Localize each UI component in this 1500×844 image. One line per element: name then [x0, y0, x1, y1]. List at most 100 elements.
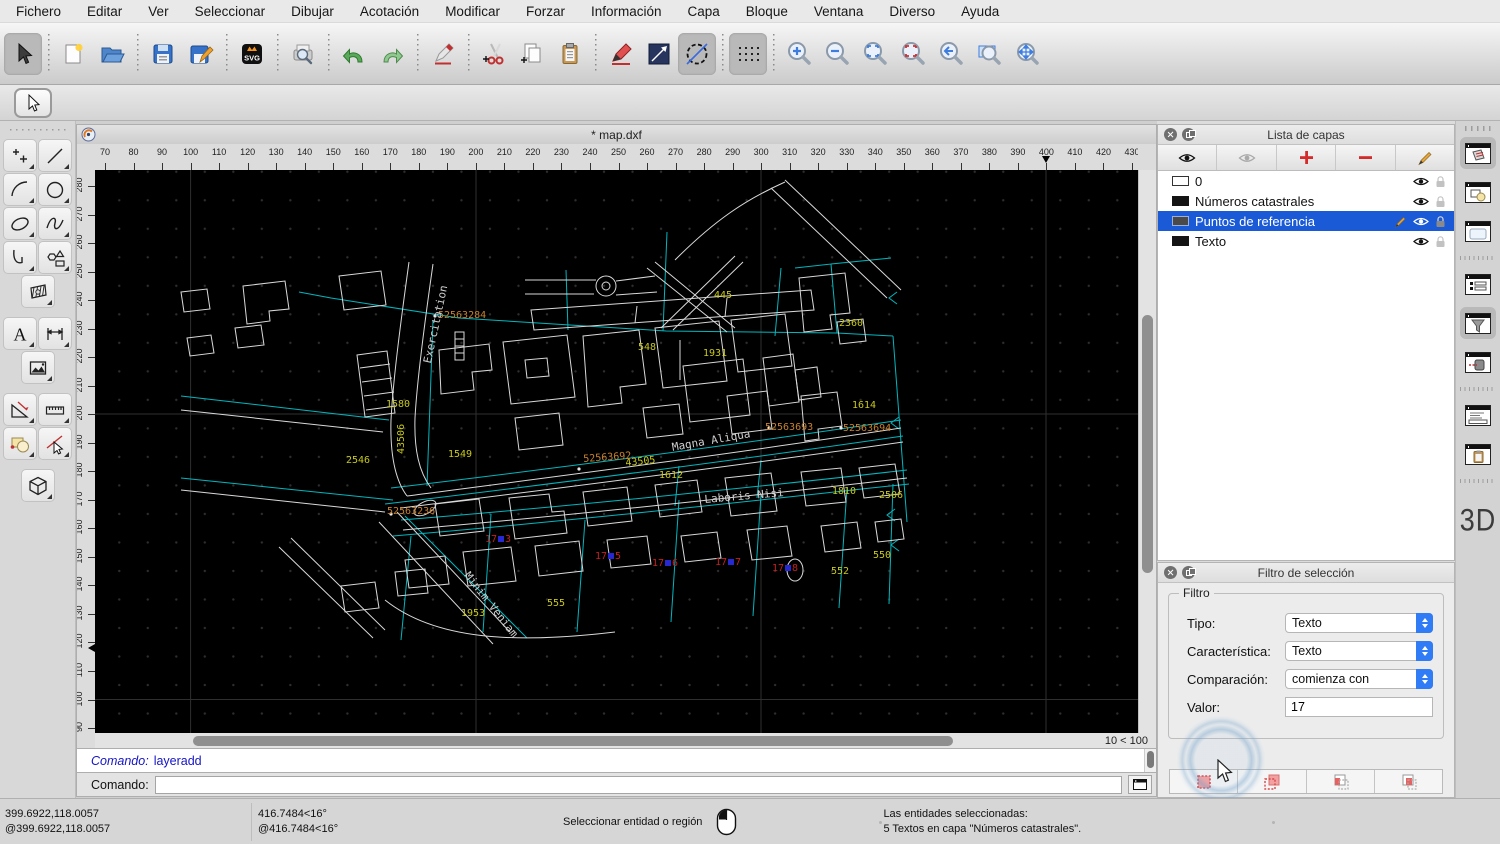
save-button[interactable] — [144, 33, 182, 75]
filter-add-selection-button[interactable] — [1238, 770, 1306, 793]
hide-all-layers-button[interactable] — [1217, 145, 1276, 170]
3d-label[interactable]: 3D — [1460, 503, 1497, 539]
filter-property-select[interactable]: Texto — [1285, 641, 1433, 661]
library-browser-toggle[interactable] — [1460, 215, 1496, 247]
clipboard-panel-toggle[interactable] — [1460, 438, 1496, 470]
menu-fichero[interactable]: Fichero — [16, 4, 61, 19]
paste-button[interactable] — [551, 33, 589, 75]
remove-layer-button[interactable] — [1336, 145, 1395, 170]
property-editor-toggle[interactable] — [1460, 268, 1496, 300]
menu-bloque[interactable]: Bloque — [746, 4, 788, 19]
lock-icon[interactable] — [1435, 195, 1446, 208]
drawing-canvas[interactable]: 4452360548193116141580254615494350643505… — [95, 170, 1138, 733]
eye-icon[interactable] — [1413, 196, 1429, 207]
menu-forzar[interactable]: Forzar — [526, 4, 565, 19]
show-all-layers-button[interactable] — [1158, 145, 1217, 170]
zoom-in-button[interactable] — [780, 33, 818, 75]
layer-color-swatch[interactable] — [1172, 176, 1189, 186]
horizontal-scrollbar[interactable] — [95, 733, 1084, 748]
zoom-selection-button[interactable] — [894, 33, 932, 75]
menu-seleccionar[interactable]: Seleccionar — [195, 4, 266, 19]
cut-button[interactable] — [475, 33, 513, 75]
selection-pointer-button[interactable] — [14, 88, 52, 118]
command-input[interactable] — [155, 776, 1122, 794]
save-as-button[interactable] — [182, 33, 220, 75]
pointer-select-button[interactable] — [4, 33, 42, 75]
lock-icon[interactable] — [1435, 235, 1446, 248]
layer-row-puntos-de-referencia[interactable]: Puntos de referencia — [1158, 211, 1454, 231]
menu-ventana[interactable]: Ventana — [814, 4, 864, 19]
eye-icon[interactable] — [1413, 216, 1429, 227]
misc-draw-tool-button[interactable] — [3, 393, 37, 426]
layer-visibility-toggle[interactable] — [1413, 196, 1429, 207]
print-preview-button[interactable] — [284, 33, 322, 75]
zoom-out-button[interactable] — [818, 33, 856, 75]
layer-row-números-catastrales[interactable]: Números catastrales — [1158, 191, 1454, 211]
polyline-tool-button[interactable] — [3, 241, 37, 274]
layer-lock-toggle[interactable] — [1435, 175, 1446, 188]
ellipse-tool-button[interactable] — [3, 207, 37, 240]
command-options-button[interactable] — [1128, 775, 1152, 794]
filter-intersect-selection-button[interactable] — [1375, 770, 1442, 793]
line-tool-button[interactable] — [640, 33, 678, 75]
polygon-tool-button[interactable] — [38, 241, 72, 274]
new-file-button[interactable] — [55, 33, 93, 75]
arc-tool-button[interactable] — [3, 173, 37, 206]
pattern-tool-toggle[interactable] — [1460, 346, 1496, 378]
draw-pencil-button[interactable] — [602, 33, 640, 75]
menu-ayuda[interactable]: Ayuda — [961, 4, 999, 19]
line-tool-button[interactable] — [38, 139, 72, 172]
layer-list-toggle[interactable] — [1460, 137, 1496, 169]
ruler-tool-button[interactable] — [38, 393, 72, 426]
selection-filter-toggle[interactable] — [1460, 307, 1496, 339]
zoom-previous-button[interactable] — [932, 33, 970, 75]
text-tool-button[interactable]: A — [3, 317, 37, 350]
layer-color-swatch[interactable] — [1172, 196, 1189, 206]
menu-información[interactable]: Información — [591, 4, 662, 19]
misc-shapes-tool-button[interactable] — [3, 427, 37, 460]
layer-lock-toggle[interactable] — [1435, 195, 1446, 208]
menu-dibujar[interactable]: Dibujar — [291, 4, 334, 19]
edit-layer-button[interactable] — [1396, 145, 1454, 170]
hatch-tool-button[interactable] — [21, 275, 55, 308]
dimension-tool-button[interactable] — [38, 317, 72, 350]
layer-lock-toggle[interactable] — [1435, 215, 1446, 228]
filter-value-input[interactable] — [1285, 697, 1433, 717]
spline-tool-button[interactable] — [38, 207, 72, 240]
horizontal-scrollbar-thumb[interactable] — [193, 736, 953, 746]
eye-icon[interactable] — [1413, 176, 1429, 187]
image-tool-button[interactable] — [21, 351, 55, 384]
menu-diverso[interactable]: Diverso — [889, 4, 935, 19]
vertical-scrollbar[interactable] — [1138, 170, 1156, 733]
grid-toggle-button[interactable] — [729, 33, 767, 75]
menu-capa[interactable]: Capa — [688, 4, 720, 19]
circle-tool-button[interactable] — [38, 173, 72, 206]
layer-lock-toggle[interactable] — [1435, 235, 1446, 248]
delete-button[interactable] — [424, 33, 462, 75]
copy-button[interactable] — [513, 33, 551, 75]
menu-modificar[interactable]: Modificar — [445, 4, 500, 19]
zoom-auto-button[interactable] — [856, 33, 894, 75]
eye-icon[interactable] — [1413, 236, 1429, 247]
filter-remove-selection-button[interactable] — [1307, 770, 1375, 793]
points-tool-button[interactable] — [3, 139, 37, 172]
layer-row-texto[interactable]: Texto — [1158, 231, 1454, 251]
lock-icon[interactable] — [1435, 175, 1446, 188]
history-scrollbar[interactable] — [1144, 749, 1156, 772]
solid-3d-tool-button[interactable] — [21, 469, 55, 502]
vertical-scrollbar-thumb[interactable] — [1142, 315, 1153, 573]
block-list-toggle[interactable] — [1460, 176, 1496, 208]
lock-icon[interactable] — [1435, 215, 1446, 228]
add-layer-button[interactable] — [1277, 145, 1336, 170]
snap-restriction-button[interactable] — [38, 427, 72, 460]
dock-panel-button[interactable] — [1182, 566, 1195, 579]
layer-color-swatch[interactable] — [1172, 236, 1189, 246]
layer-color-swatch[interactable] — [1172, 216, 1189, 226]
filter-comparison-select[interactable]: comienza con — [1285, 669, 1433, 689]
palette-drag-handle[interactable] — [10, 127, 66, 133]
undo-button[interactable] — [335, 33, 373, 75]
strip-drag-handle[interactable] — [1465, 126, 1491, 131]
document-title-bar[interactable]: * map.dxf — [76, 124, 1157, 144]
close-panel-button[interactable] — [1164, 566, 1177, 579]
dock-panel-button[interactable] — [1182, 128, 1195, 141]
